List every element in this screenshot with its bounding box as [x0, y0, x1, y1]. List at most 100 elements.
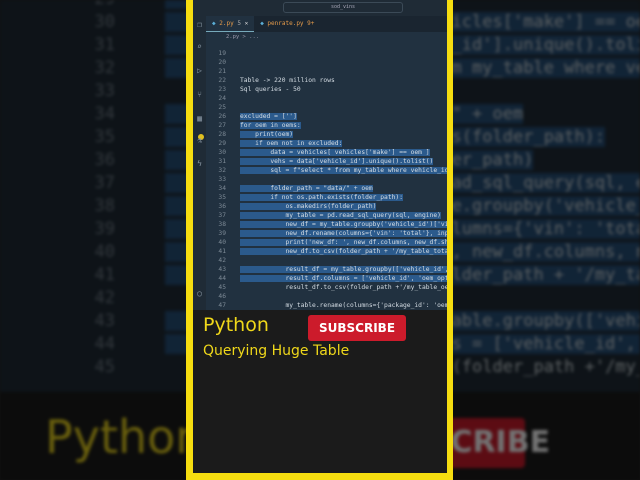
line-number: 37	[218, 212, 226, 219]
tab-bar: ◆ 2.py 5 ✕ ◆ penrate.py 9+	[206, 16, 447, 32]
code-line[interactable]: 37 my_table = pd.read_sql_query(sql, eng…	[206, 211, 447, 220]
caption-panel: Python SUBSCRIBE Querying Huge Table	[193, 310, 447, 473]
code-line[interactable]: 19	[206, 49, 447, 58]
code-line[interactable]: 22 Table -> 220 million rows	[206, 76, 447, 85]
code-line[interactable]: 41 new_df.to_csv(folder_path + '/my_tabl…	[206, 247, 447, 256]
line-number: 26	[218, 113, 226, 120]
code-line[interactable]: 45 result_df.to_csv(folder_path +'/my_ta…	[206, 283, 447, 292]
code-line[interactable]: 33	[206, 175, 447, 184]
code-text: if not os.path.exists(folder_path):	[240, 194, 404, 201]
line-number: 32	[218, 167, 226, 174]
code-text: result_df.columns = ['vehicle_id', 'oem_…	[240, 275, 447, 282]
line-number: 33	[218, 176, 226, 183]
code-text: result_df.to_csv(folder_path +'/my_table…	[240, 284, 447, 291]
code-line[interactable]: 39 new_df.rename(columns={'vin': 'total'…	[206, 229, 447, 238]
line-number: 22	[218, 77, 226, 84]
code-text: Table -> 220 million rows	[240, 77, 335, 84]
video-frame: sod_vins ❐ ⌕ ▷ ⑂ ▦ ⚗ ϟ ◯ ◆ 2.py 5 ✕ ◆ pe…	[186, 0, 453, 480]
code-line[interactable]: 24	[206, 94, 447, 103]
code-text: new_df = my_table.groupby('vehicle_id')[…	[240, 221, 447, 228]
line-number: 29	[40, 0, 115, 11]
line-number: 42	[94, 288, 115, 308]
code-text: if oem not in excluded:	[240, 140, 343, 147]
code-line[interactable]: 43 result_df = my_table.groupby(['vehicl…	[206, 265, 447, 274]
line-number: 33	[94, 81, 115, 101]
lightning-icon[interactable]: ϟ	[195, 159, 204, 168]
tab-penrate-py[interactable]: ◆ penrate.py 9+	[254, 16, 320, 32]
code-text: my_table = pd.read_sql_query(sql, engine…	[240, 212, 441, 219]
code-line[interactable]: 28 print(oem)	[206, 130, 447, 139]
line-number: 25	[218, 104, 226, 111]
code-line[interactable]: 31 vehs = data['vehicle_id'].unique().to…	[206, 157, 447, 166]
line-number: 35	[218, 194, 226, 201]
line-number: 47	[218, 302, 226, 309]
line-number: 40	[94, 242, 115, 262]
line-number: 31	[94, 35, 115, 55]
code-line[interactable]: 26 excluded = ['']	[206, 112, 447, 121]
code-line[interactable]: 20	[206, 58, 447, 67]
account-icon[interactable]: ◯	[195, 289, 204, 298]
code-line[interactable]: 30 data = vehicles[ vehicles['make'] == …	[206, 148, 447, 157]
line-number: 29	[218, 140, 226, 147]
extensions-icon[interactable]: ▦	[195, 114, 204, 123]
code-text: Sql queries - 50	[240, 86, 301, 93]
command-search[interactable]: sod_vins	[283, 2, 403, 13]
line-number: 31	[218, 158, 226, 165]
code-line[interactable]: 36 os.makedirs(folder_path)	[206, 202, 447, 211]
code-line[interactable]: 38 new_df = my_table.groupby('vehicle_id…	[206, 220, 447, 229]
code-text: my_table.rename(columns={'package_id': '…	[240, 302, 447, 309]
code-line[interactable]: 46	[206, 292, 447, 301]
line-number: 36	[94, 150, 115, 170]
code-line[interactable]: 47 my_table.rename(columns={'package_id'…	[206, 301, 447, 310]
line-number: 43	[94, 311, 115, 331]
code-line[interactable]: 21	[206, 67, 447, 76]
tab-badge: 5	[237, 20, 241, 27]
code-line[interactable]: 27 for oem in oems:	[206, 121, 447, 130]
code-line[interactable]: 44 result_df.columns = ['vehicle_id', 'o…	[206, 274, 447, 283]
activity-bar: ❐ ⌕ ▷ ⑂ ▦ ⚗ ϟ ◯	[193, 16, 206, 310]
code-text: print('new_df: ', new_df.columns, new_df…	[240, 239, 447, 246]
line-number: 32	[94, 58, 115, 78]
line-number: 39	[94, 219, 115, 239]
code-line[interactable]: 35 if not os.path.exists(folder_path):	[206, 193, 447, 202]
breadcrumb[interactable]: 2.py > ...	[206, 32, 447, 42]
code-text: excluded = ['']	[240, 113, 297, 120]
tab-label: 2.py	[219, 20, 234, 27]
code-text: print(oem)	[240, 131, 294, 138]
testing-icon[interactable]: ⚗	[195, 136, 204, 145]
code-line[interactable]: 25	[206, 103, 447, 112]
background-title: Python	[45, 410, 205, 464]
code-line[interactable]: 32 sql = f"select * from my_table where …	[206, 166, 447, 175]
search-icon[interactable]: ⌕	[195, 42, 204, 51]
code-line[interactable]: 40 print('new_df: ', new_df.columns, new…	[206, 238, 447, 247]
line-number: 41	[94, 265, 115, 285]
run-debug-icon[interactable]: ▷	[195, 66, 204, 75]
code-text: new_df.rename(columns={'vin': 'total'}, …	[240, 230, 447, 237]
line-number: 44	[94, 334, 115, 354]
line-number: 37	[94, 173, 115, 193]
code-text: folder_path = "data/" + oem	[240, 185, 373, 192]
line-number: 23	[218, 86, 226, 93]
code-line[interactable]: 29 if oem not in excluded:	[206, 139, 447, 148]
code-line[interactable]: 34 folder_path = "data/" + oem	[206, 184, 447, 193]
code-line[interactable]: 23 Sql queries - 50	[206, 85, 447, 94]
line-number: 21	[218, 68, 226, 75]
explorer-icon[interactable]: ❐	[195, 20, 204, 29]
line-number: 20	[218, 59, 226, 66]
tab-2-py[interactable]: ◆ 2.py 5 ✕	[206, 16, 255, 32]
line-number: 38	[218, 221, 226, 228]
line-number: 30	[218, 149, 226, 156]
code-text: os.makedirs(folder_path)	[240, 203, 377, 210]
line-number: 38	[94, 196, 115, 216]
code-text: for oem in oems:	[240, 122, 301, 129]
close-icon[interactable]: ✕	[245, 20, 249, 27]
subscribe-button[interactable]: SUBSCRIBE	[308, 315, 406, 341]
line-number: 36	[218, 203, 226, 210]
code-editor[interactable]: 19 20 21 22 Table -> 220 million rows 23 Sql q…	[206, 42, 447, 310]
line-number: 34	[218, 185, 226, 192]
line-number: 35	[94, 127, 115, 147]
code-line[interactable]: 42	[206, 256, 447, 265]
video-title: Python	[203, 314, 269, 336]
line-number: 45	[94, 357, 115, 377]
source-control-icon[interactable]: ⑂	[195, 90, 204, 99]
